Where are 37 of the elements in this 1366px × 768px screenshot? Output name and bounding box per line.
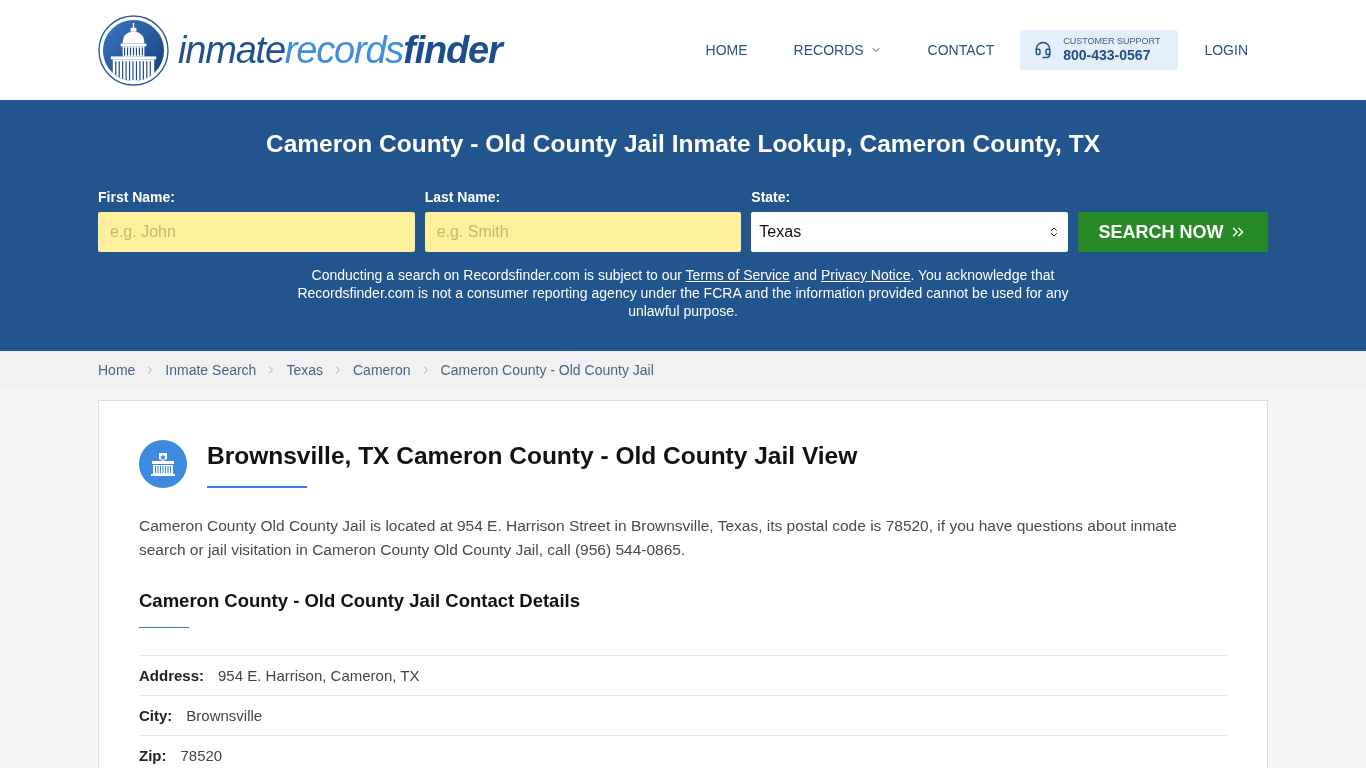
breadcrumb-link[interactable]: Home [98, 362, 136, 378]
policy-link[interactable]: Terms of Service [685, 267, 790, 283]
login-link[interactable]: LOGIN [1204, 42, 1248, 58]
headset-icon [1034, 41, 1053, 59]
field-label: Last Name: [424, 188, 501, 206]
disclaimer-text: Conducting a search on Recordsfinder.com is subject to our Terms of Service and Privacy Notice. You acknowledge that Recordsfinder.com is not a consumer reporting agency under the FCRA and the information provided cannot be used for any unlawful purpose. [296, 266, 1070, 320]
detail-value: Brownsville [186, 707, 263, 724]
facility-heading: Brownsville, TX Cameron County - Old County Jail View [207, 441, 858, 471]
detail-value: 78520 [180, 747, 223, 764]
jail-building-icon [139, 440, 187, 488]
state-select[interactable]: Texas [751, 212, 1068, 252]
select-arrows-icon [1048, 226, 1060, 238]
search-now-button[interactable]: SEARCH NOW [1078, 212, 1268, 252]
detail-label: Address: [139, 667, 205, 684]
customer-support-button[interactable]: CUSTOMER SUPPORT 800-433-0567 [1020, 30, 1179, 70]
detail-label: Zip: [139, 747, 167, 764]
field-label: State: [751, 188, 791, 206]
nav-link[interactable]: CONTACT [927, 42, 995, 58]
detail-value: 954 E. Harrison, Cameron, TX [218, 667, 420, 684]
support-caption: CUSTOMER SUPPORT [1063, 36, 1161, 47]
contact-details-heading: Cameron County - Old County Jail Contact Details [139, 589, 581, 613]
logo-wordmark: inmaterecordsfinder [178, 31, 502, 69]
nav-dropdown-link[interactable]: RECORDS [793, 42, 882, 58]
breadcrumb-link[interactable]: Cameron [353, 362, 411, 378]
field-label: First Name: [98, 188, 176, 206]
breadcrumb-link[interactable]: Cameron County - Old County Jail [440, 362, 654, 378]
site-logo[interactable]: inmaterecordsfinder [98, 14, 502, 86]
nav-link[interactable]: HOME [705, 42, 748, 58]
detail-label: City: [139, 707, 173, 724]
name-input-field[interactable]: e.g. Smith [424, 212, 742, 252]
breadcrumb-link[interactable]: Texas [286, 362, 323, 378]
capitol-dome-logo-icon [98, 14, 169, 86]
breadcrumb-link[interactable]: Inmate Search [165, 362, 257, 378]
support-phone: 800-433-0567 [1063, 47, 1152, 64]
name-input-field[interactable]: e.g. John [98, 212, 415, 252]
facility-description: Cameron County Old County Jail is located at 954 E. Harrison Street in Brownsville, Texas, its postal code is 78520, if you have questions about inmate search or jail visitation in Cameron County Old County Jail, call (956) 544-0865. [139, 516, 1178, 560]
page-title: Cameron County - Old County Jail Inmate Lookup, Cameron County, TX [265, 129, 1101, 159]
